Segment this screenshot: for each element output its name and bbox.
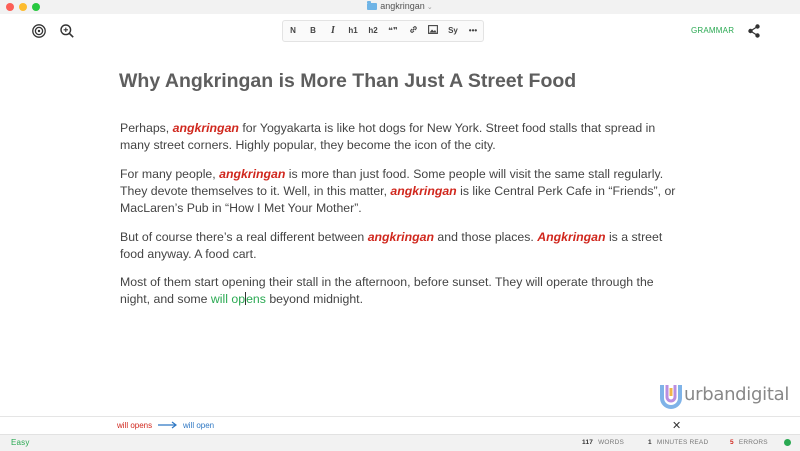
link-button[interactable] xyxy=(403,21,423,41)
heading2-button[interactable]: h2 xyxy=(363,21,383,41)
readability-label[interactable]: Easy xyxy=(11,438,30,447)
suggestion-replacement[interactable]: will open xyxy=(183,421,214,430)
text-run: Perhaps, xyxy=(120,121,173,135)
error-count-value: 5 xyxy=(730,439,734,446)
watermark-text: urbandigital xyxy=(684,384,790,405)
watermark-logo: urbandigital xyxy=(659,382,799,412)
keyword-highlight: angkringan xyxy=(219,167,286,181)
chevron-down-icon: ⌄ xyxy=(426,4,433,11)
quote-button[interactable]: ❝❞ xyxy=(383,21,403,41)
word-count-label: WORDS xyxy=(598,439,625,446)
close-icon[interactable]: ✕ xyxy=(672,419,681,432)
syntax-button[interactable]: Sy xyxy=(443,21,463,41)
keyword-highlight: angkringan xyxy=(172,121,239,135)
keyword-highlight: Angkringan xyxy=(537,230,606,244)
heading1-button[interactable]: h1 xyxy=(343,21,363,41)
urbandigital-logo-icon xyxy=(660,385,682,409)
paragraph: Perhaps, angkringan for Yogyakarta is li… xyxy=(120,120,680,154)
status-indicator xyxy=(784,439,791,446)
keyword-highlight: angkringan xyxy=(367,230,434,244)
image-button[interactable] xyxy=(423,21,443,41)
text-run: and those places. xyxy=(433,230,538,244)
arrow-right-icon xyxy=(158,421,177,429)
window-titlebar: angkringan ⌄ xyxy=(0,0,800,15)
reading-time-label: MINUTES READ xyxy=(656,439,709,446)
target-icon[interactable] xyxy=(31,23,47,39)
toolbar: N B I h1 h2 ❝❞ Sy ••• GRAMMAR xyxy=(0,14,800,48)
link-icon xyxy=(409,26,417,33)
document-title-text: angkringan xyxy=(380,1,425,11)
reading-time: 1 MINUTES READ xyxy=(648,439,708,446)
editor-document[interactable]: Why Angkringan is More Than Just A Stree… xyxy=(118,62,678,306)
reading-time-value: 1 xyxy=(648,439,652,446)
text-run: But of course there’s a real different b… xyxy=(120,230,368,244)
keyword-highlight: angkringan xyxy=(390,184,457,198)
folder-icon xyxy=(367,1,378,10)
grammar-flag[interactable]: ens xyxy=(246,292,266,306)
bold-button[interactable]: B xyxy=(303,21,323,41)
grammar-button[interactable]: GRAMMAR xyxy=(691,26,734,35)
text-run: beyond midnight. xyxy=(265,292,363,306)
share-icon[interactable] xyxy=(746,23,762,39)
paragraph: But of course there’s a real different b… xyxy=(120,229,680,263)
paragraph: For many people, angkringan is more than… xyxy=(120,166,680,217)
text-run: Most of them start opening their stall i… xyxy=(120,275,654,306)
suggestion-original: will opens xyxy=(117,421,153,430)
search-icon[interactable] xyxy=(59,23,75,39)
document-title[interactable]: angkringan ⌄ xyxy=(0,1,800,11)
word-count-value: 117 xyxy=(582,439,594,446)
text-run: For many people, xyxy=(120,167,220,181)
paragraph: Most of them start opening their stall i… xyxy=(120,274,680,308)
error-count-label: ERRORS xyxy=(738,439,768,446)
document-heading: Why Angkringan is More Than Just A Stree… xyxy=(119,70,577,92)
word-count: 117 WORDS xyxy=(582,439,624,446)
grammar-flag[interactable]: will op xyxy=(211,292,245,306)
grammar-suggestion-bar: will opens will open ✕ xyxy=(0,416,800,434)
format-toolbar: N B I h1 h2 ❝❞ Sy ••• xyxy=(282,20,484,42)
normal-text-button[interactable]: N xyxy=(283,21,303,41)
error-count[interactable]: 5 ERRORS xyxy=(730,439,768,446)
image-icon xyxy=(428,25,438,34)
more-options-button[interactable]: ••• xyxy=(463,21,483,41)
italic-button[interactable]: I xyxy=(323,21,343,41)
status-bar: Easy 117 WORDS 1 MINUTES READ 5 ERRORS xyxy=(0,434,800,451)
